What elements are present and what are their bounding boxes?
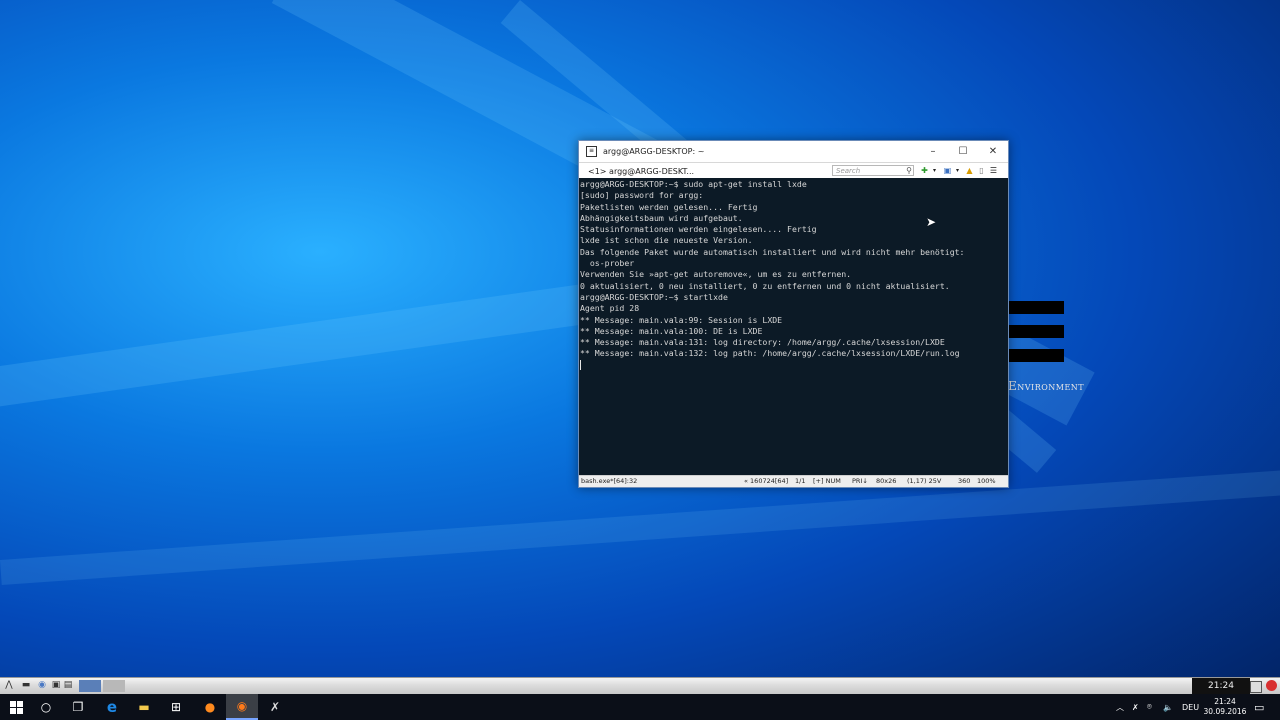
close-button[interactable]: ✕ (978, 141, 1008, 162)
edge-browser-icon[interactable]: e (96, 694, 128, 720)
lxde-menu-icon[interactable]: ⋀ (3, 680, 15, 691)
status-zoom: 100% (977, 477, 996, 485)
status-process[interactable]: bash.exe*[64]:32 (581, 476, 637, 487)
status-size: 80x26 (876, 477, 897, 485)
text-cursor (580, 360, 581, 371)
minimize-button[interactable]: – (918, 141, 948, 162)
desktop-pager-icon[interactable]: ▤ (62, 680, 74, 691)
search-icon[interactable]: ⚲ (906, 166, 912, 176)
workspace-2[interactable] (103, 680, 125, 692)
maximize-button[interactable]: ☐ (948, 141, 978, 162)
status-pid: « 160724[64] (744, 477, 789, 485)
network-icon[interactable]: ⌾ (1147, 694, 1152, 720)
terminal-line: Statusinformationen werden eingelesen...… (580, 224, 817, 235)
terminal-line: Abhängigkeitsbaum wird aufgebaut. (580, 212, 743, 223)
terminal-line: Paketlisten werden gelesen... Fertig (580, 201, 758, 212)
task-view-icon[interactable]: ❐ (62, 694, 94, 720)
terminal-line: ** Message: main.vala:131: log directory… (580, 337, 945, 348)
title-bar[interactable]: ≡ argg@ARGG-DESKTOP: ~ – ☐ ✕ (579, 141, 1008, 162)
dropdown-icon[interactable]: ▾ (930, 166, 939, 175)
status-position: (1,17) 25V (907, 477, 942, 485)
console-tab[interactable]: <1> argg@ARGG-DESKT... (585, 167, 697, 176)
lxde-clock[interactable]: 21:24 (1192, 678, 1250, 694)
terminal-line: ** Message: main.vala:132: log path: /ho… (580, 348, 960, 359)
mouse-pointer-icon: ➤ (926, 215, 937, 229)
status-buffer: 360 (958, 477, 971, 485)
logout-icon[interactable] (1266, 680, 1277, 691)
file-explorer-icon[interactable]: ▬ (128, 694, 160, 720)
search-input[interactable]: Search ⚲ (832, 165, 914, 176)
status-page: 1/1 (795, 477, 806, 485)
terminal-output[interactable]: argg@ARGG-DESKTOP:~$ sudo apt-get instal… (579, 178, 1008, 476)
lxde-logo-text: Environment (1008, 379, 1085, 393)
toolbar: <1> argg@ARGG-DESKT... Search ⚲ ✚ ▾ ▣ ▾ … (579, 162, 1008, 179)
status-bar: bash.exe*[64]:32 « 160724[64] 1/1 [+] NU… (579, 475, 1008, 487)
terminal-cursor-line (580, 360, 1007, 371)
cortana-circle-icon[interactable]: ○ (30, 694, 62, 720)
volume-icon[interactable]: 🔈 (1163, 694, 1173, 720)
windows-logo-icon[interactable] (0, 694, 32, 720)
search-placeholder: Search (836, 167, 861, 175)
browser-launcher-icon[interactable]: ◉ (36, 680, 48, 691)
workspace-1[interactable] (79, 680, 101, 692)
window-title: argg@ARGG-DESKTOP: ~ (603, 147, 705, 156)
split-icon[interactable]: ▯ (977, 166, 986, 175)
new-console-icon[interactable]: ✚ (920, 166, 929, 175)
taskbar-clock[interactable]: 21:24 30.09.2016 (1198, 697, 1252, 717)
terminal-line: ** Message: main.vala:100: DE is LXDE (580, 325, 763, 336)
tray-overflow-icon[interactable]: ︿ (1116, 694, 1124, 720)
language-indicator[interactable]: DEU (1182, 694, 1199, 720)
taskbar-date: 30.09.2016 (1203, 707, 1247, 716)
terminal-line: os-prober (580, 258, 635, 269)
file-manager-launcher-icon[interactable]: ▣ (50, 680, 62, 691)
terminal-app-icon: ≡ (586, 146, 597, 157)
xming-icon[interactable]: ✗ (259, 694, 291, 720)
dropdown-icon[interactable]: ▾ (953, 166, 962, 175)
ubuntu-icon[interactable]: ◉ (226, 694, 258, 720)
terminal-line: lxde ist schon die neueste Version. (580, 235, 753, 246)
terminal-line: Verwenden Sie »apt-get autoremove«, um e… (580, 269, 852, 280)
menu-icon[interactable]: ☰ (989, 166, 998, 175)
status-priority: PRI↓ (852, 477, 868, 485)
taskbar-time: 21:24 (1214, 697, 1236, 706)
terminal-window[interactable]: ≡ argg@ARGG-DESKTOP: ~ – ☐ ✕ <1> argg@AR… (578, 140, 1009, 488)
terminal-line: [sudo] password for argg: (580, 190, 704, 201)
terminal-line: argg@ARGG-DESKTOP:~$ sudo apt-get instal… (580, 179, 807, 189)
action-center-icon[interactable]: ▭ (1254, 694, 1264, 720)
lock-icon[interactable]: ▲ (965, 166, 974, 175)
windows-taskbar: ○ ❐ e ▬ ⊞ ● ◉ ✗ ︿ ✗ ⌾ 🔈 DEU 21:24 30.09.… (0, 694, 1280, 720)
terminal-line: ** Message: main.vala:99: Session is LXD… (580, 314, 783, 325)
lxde-panel: ⋀ ▬ ◉ ▣ ▤ 21:24 (0, 677, 1280, 694)
window-icon[interactable]: ▣ (943, 166, 952, 175)
tray-xming-icon[interactable]: ✗ (1132, 694, 1139, 720)
show-desktop-icon[interactable] (1250, 681, 1262, 693)
terminal-line: Das folgende Paket wurde automatisch ins… (580, 246, 965, 257)
terminal-line: 0 aktualisiert, 0 neu installiert, 0 zu … (580, 280, 950, 291)
status-mode: [+] NUM (813, 477, 841, 485)
store-icon[interactable]: ⊞ (160, 694, 192, 720)
terminal-launcher-icon[interactable]: ▬ (20, 680, 32, 691)
firefox-icon[interactable]: ● (194, 694, 226, 720)
terminal-line: Agent pid 28 (580, 303, 640, 314)
terminal-line: argg@ARGG-DESKTOP:~$ startlxde (580, 291, 728, 302)
